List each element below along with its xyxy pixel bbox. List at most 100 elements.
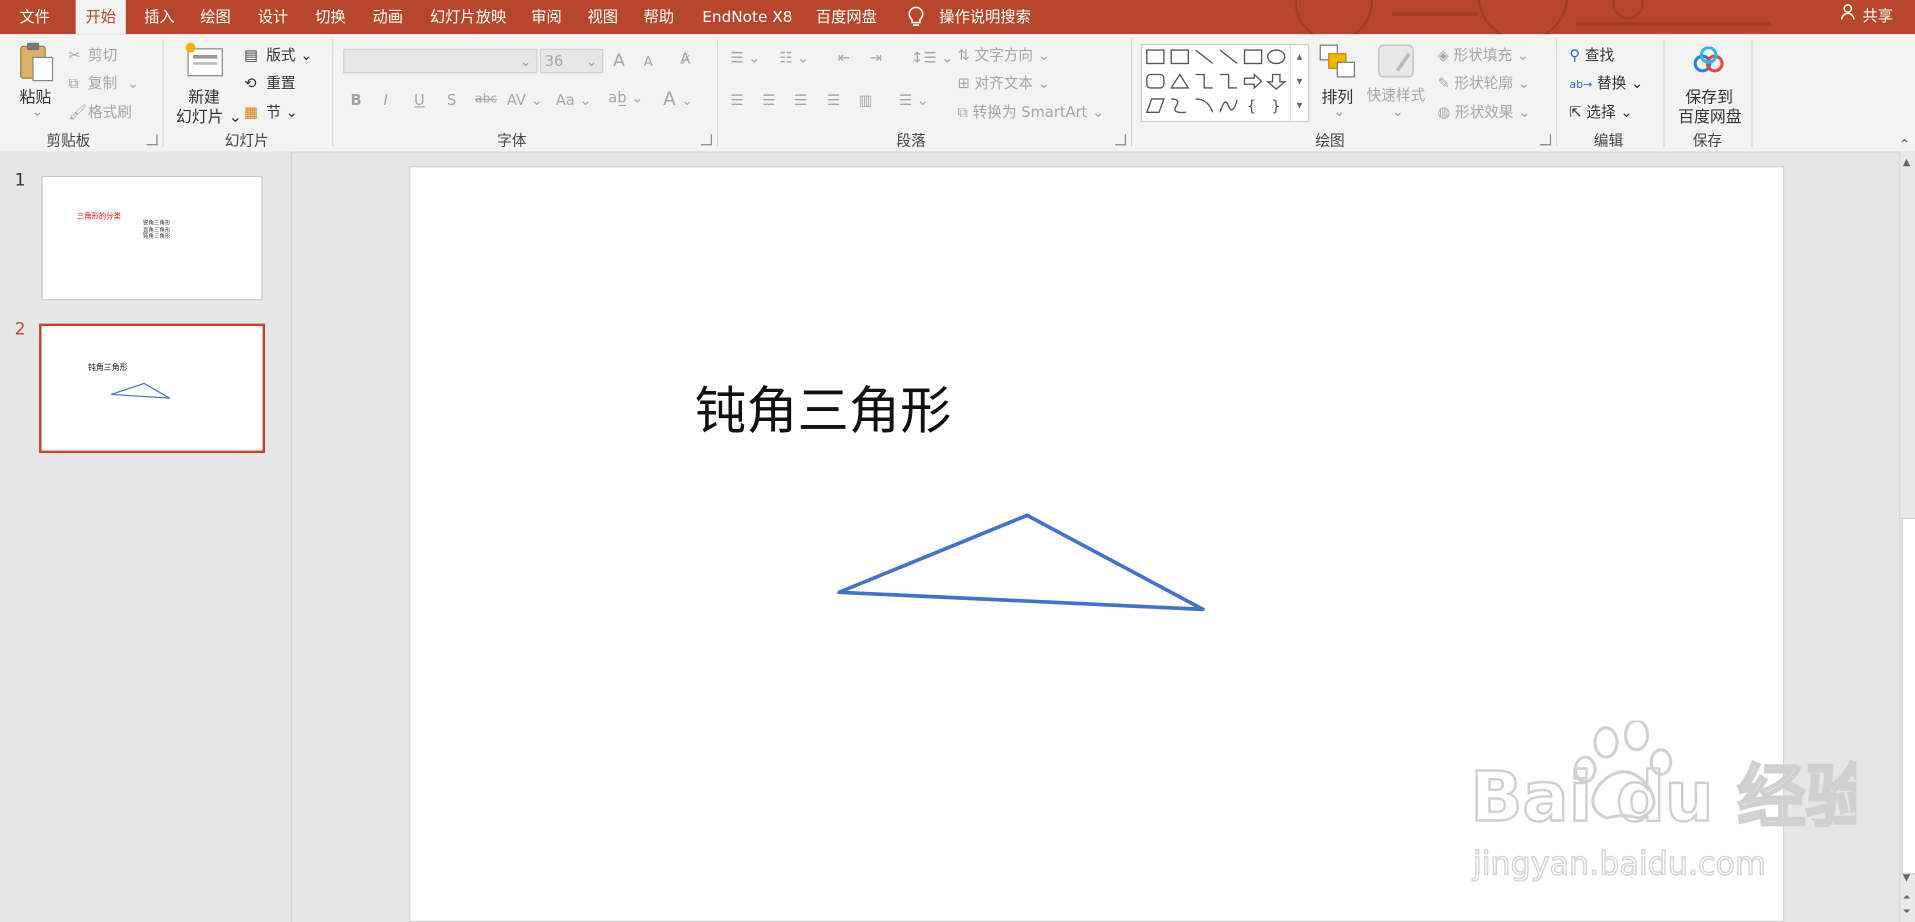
decorative-circuit [1575, 21, 1771, 26]
bold-button[interactable]: B [351, 92, 362, 109]
section-button[interactable]: ▦ 节 ⌄ [244, 101, 298, 122]
find-button[interactable]: ⚲ 查找 [1569, 44, 1614, 65]
decorative-circuit [1612, 0, 1644, 20]
select-button[interactable]: ⇱ 选择 ⌄ [1569, 101, 1632, 122]
previous-slide-icon[interactable]: ⏶ [1903, 891, 1911, 903]
clear-formatting-icon[interactable]: A̷ [680, 50, 690, 67]
layout-label: 版式 [266, 46, 296, 64]
dialog-launcher-icon[interactable] [701, 134, 713, 146]
change-case-button[interactable]: Aa ⌄ [556, 92, 592, 109]
justify-icon[interactable]: ☰ [827, 92, 840, 109]
format-painter-button[interactable]: 🖌格式刷 [68, 101, 132, 122]
scroll-up-icon[interactable]: ▲ [1903, 156, 1911, 167]
tab-design[interactable]: 设计 [248, 0, 298, 34]
format-painter-label: 格式刷 [87, 103, 132, 121]
smartart-icon: ⧉ [957, 103, 968, 121]
layout-icon: ▤ [244, 46, 259, 64]
character-spacing-button[interactable]: AV ⌄ [507, 92, 543, 109]
font-color-button[interactable]: A ⌄ [663, 88, 693, 110]
slide-thumbnail-2[interactable]: 钝角三角形 [39, 323, 266, 454]
copy-icon: ⧉ [68, 74, 79, 92]
share-button[interactable]: 共享 [1840, 0, 1893, 34]
scissors-icon: ✂ [68, 46, 81, 64]
save-label-2: 百度网盘 [1678, 108, 1742, 128]
chevron-down-icon: ⌄ [1333, 103, 1345, 120]
dialog-launcher-icon[interactable] [1115, 134, 1127, 146]
dialog-launcher-icon[interactable] [146, 134, 158, 146]
vertical-scrollbar[interactable]: ▲ ▼ ⏶ ⏷ [1899, 151, 1915, 922]
tab-transitions[interactable]: 切换 [305, 0, 355, 34]
scroll-down-icon[interactable]: ▼ [1903, 872, 1911, 883]
tab-file[interactable]: 文件 [10, 0, 60, 34]
convert-smartart-button[interactable]: ⧉ 转换为 SmartArt ⌄ [957, 101, 1104, 122]
pencil-icon: ✎ [1437, 74, 1450, 92]
decrease-indent-icon[interactable]: ⇤ [838, 49, 850, 66]
line-spacing-icon[interactable]: ↕☰ ⌄ [911, 49, 953, 66]
tab-home[interactable]: 开始 [75, 0, 126, 35]
svg-text:}: } [1271, 98, 1280, 115]
tab-slideshow[interactable]: 幻灯片放映 [420, 0, 516, 34]
italic-button[interactable]: I [383, 92, 387, 109]
shape-fill-button[interactable]: ◈ 形状填充 ⌄ [1437, 44, 1529, 65]
replace-icon: ab→ [1569, 79, 1593, 92]
tab-baidu-netdisk[interactable]: 百度网盘 [806, 0, 887, 34]
slides-group-label: 幻灯片 [224, 131, 269, 149]
shrink-font-button[interactable]: A [644, 54, 653, 70]
strikethrough-button[interactable]: abc [475, 93, 497, 106]
tab-view[interactable]: 视图 [578, 0, 628, 34]
section-label: 节 [266, 103, 281, 121]
baidu-paw-icon: Bai du 经验 jingyan.baidu.com [1469, 718, 1876, 883]
decorative-circuit [1392, 12, 1478, 16]
reset-button[interactable]: ⟲ 重置 [244, 72, 295, 93]
bullets-icon[interactable]: ☰ ⌄ [730, 49, 760, 66]
watermark-url: jingyan.baidu.com [1472, 846, 1766, 882]
tab-insert[interactable]: 插入 [134, 0, 184, 34]
slide-thumbnail-1[interactable]: 三角形的分类 锐角三角形 直角三角形 钝角三角形 [41, 175, 263, 301]
tab-help[interactable]: 帮助 [634, 0, 684, 34]
scrollbar-thumb[interactable] [1901, 517, 1915, 875]
clipboard-group-label: 剪贴板 [46, 131, 91, 149]
cut-button[interactable]: ✂ 剪切 [68, 44, 117, 65]
font-size-combo[interactable]: 36 ⌄ [539, 48, 604, 74]
numbering-icon[interactable]: ☷ ⌄ [779, 49, 809, 66]
grow-font-button[interactable]: A [613, 51, 625, 71]
text-direction-button[interactable]: ⇅ 文字方向 ⌄ [957, 44, 1050, 65]
save-group-label: 保存 [1692, 131, 1723, 149]
paste-icon [20, 42, 54, 82]
align-left-icon[interactable]: ☰ [730, 92, 743, 109]
collapse-ribbon-icon[interactable]: ⌃ [1899, 137, 1910, 153]
next-slide-icon[interactable]: ⏷ [1903, 906, 1911, 918]
copy-button[interactable]: ⧉ 复制 ⌄ [68, 72, 139, 93]
tab-review[interactable]: 审阅 [521, 0, 571, 34]
reset-label: 重置 [266, 74, 296, 92]
align-right-icon[interactable]: ☰ [794, 92, 807, 109]
tell-me-search[interactable]: 操作说明搜索 [929, 0, 1040, 34]
increase-indent-icon[interactable]: ⇥ [870, 49, 882, 66]
font-name-combo[interactable]: ⌄ [343, 48, 538, 74]
shadow-button[interactable]: S [447, 92, 456, 109]
gallery-scroll[interactable]: ▴ ▾ ▾ [1289, 45, 1308, 121]
align-center-icon[interactable]: ☰ [762, 92, 775, 109]
highlight-icon[interactable]: ab̲ ⌄ [608, 89, 643, 106]
tab-animations[interactable]: 动画 [363, 0, 413, 34]
thumbnail-number: 2 [14, 319, 26, 340]
replace-button[interactable]: ab→ 替换 ⌄ [1569, 72, 1643, 93]
search-icon: ⚲ [1569, 46, 1581, 64]
layout-button[interactable]: ▤ 版式 ⌄ [244, 44, 312, 65]
columns-icon[interactable]: ▥ [859, 92, 873, 109]
shape-outline-button[interactable]: ✎ 形状轮廓 ⌄ [1437, 72, 1530, 93]
cut-label: 剪切 [87, 46, 118, 64]
dialog-launcher-icon[interactable] [1540, 134, 1552, 146]
thumbnail-number: 1 [14, 170, 26, 191]
shape-effects-button[interactable]: ◍ 形状效果 ⌄ [1437, 101, 1530, 122]
shapes-gallery[interactable]: {} ▴ ▾ ▾ [1140, 43, 1310, 123]
ribbon-tab-bar: 文件 开始 插入 绘图 设计 切换 动画 幻灯片放映 审阅 视图 帮助 EndN… [0, 0, 1915, 35]
tab-endnote[interactable]: EndNote X8 [692, 0, 802, 34]
reset-icon: ⟲ [244, 74, 257, 92]
tab-draw[interactable]: 绘图 [191, 0, 241, 34]
lightbulb-icon [908, 6, 924, 26]
align-text-button[interactable]: ⊞ 对齐文本 ⌄ [957, 72, 1050, 93]
cursor-icon: ⇱ [1569, 103, 1582, 121]
paragraph-options-icon[interactable]: ☰ ⌄ [899, 92, 929, 109]
underline-button[interactable]: U [414, 92, 425, 109]
